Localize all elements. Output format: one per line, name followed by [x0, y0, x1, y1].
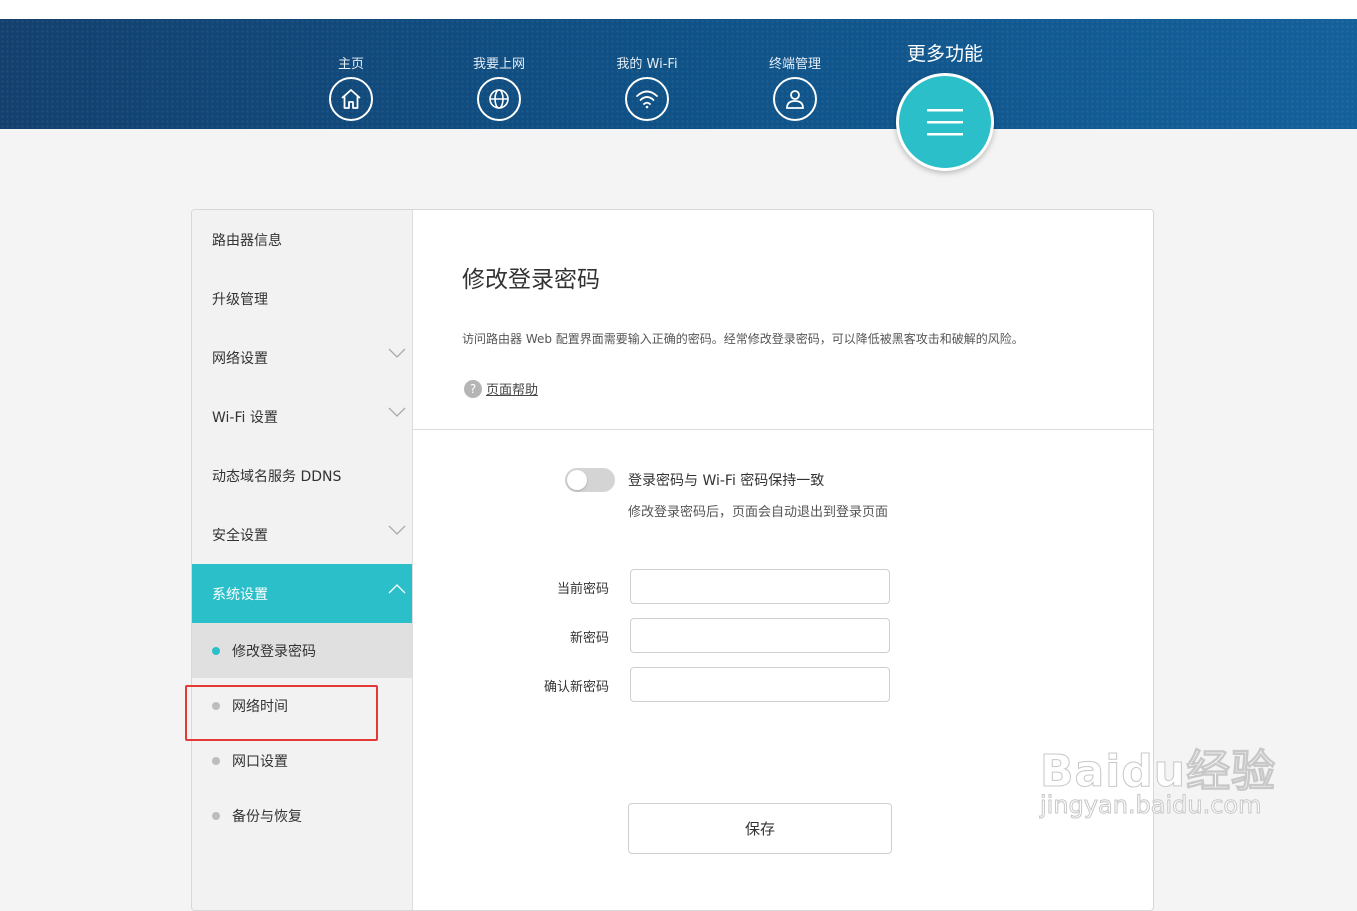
home-icon[interactable]	[329, 77, 373, 121]
confirm-password-label: 确认新密码	[543, 680, 609, 695]
watermark-url: jingyan.baidu.com	[1039, 791, 1262, 820]
nav-wifi-label: 我的 Wi-Fi	[616, 57, 678, 72]
sidebar-subitem-label: 网口设置	[232, 753, 288, 770]
toggle-knob	[567, 470, 587, 490]
chevron-down-icon	[388, 407, 406, 417]
help-icon: ?	[464, 379, 482, 398]
sidebar: 路由器信息 升级管理 网络设置 Wi-Fi 设置 动态域名服务 DDNS 安全设…	[192, 210, 413, 910]
bullet-icon	[212, 757, 220, 765]
more-functions-button[interactable]	[896, 73, 994, 171]
divider	[413, 429, 1153, 430]
sidebar-item-system[interactable]: 系统设置	[192, 564, 412, 623]
chevron-down-icon	[388, 525, 406, 535]
top-strip	[0, 0, 1357, 19]
wifi-icon[interactable]	[625, 77, 669, 121]
nav-home-label: 主页	[337, 57, 364, 72]
current-password-field[interactable]	[630, 569, 890, 604]
nav-internet-label: 我要上网	[472, 57, 525, 72]
baidu-watermark: Baidu经验 jingyan.baidu.com	[1039, 705, 1340, 835]
new-password-field[interactable]	[630, 618, 890, 653]
watermark-logo: Baidu经验	[1039, 746, 1277, 798]
nav-more-label: 更多功能	[906, 43, 983, 65]
chevron-down-icon	[388, 348, 406, 358]
page-description: 访问路由器 Web 配置界面需要输入正确的密码。经常修改登录密码，可以降低被黑客…	[462, 332, 1024, 346]
sidebar-subitem-label: 修改登录密码	[232, 643, 316, 660]
sidebar-item-label: 升级管理	[212, 291, 268, 308]
sidebar-subitem-label: 备份与恢复	[232, 808, 302, 825]
sidebar-item-wifi[interactable]: Wi-Fi 设置	[192, 387, 412, 446]
highlight-box	[185, 685, 378, 741]
menu-icon	[927, 109, 963, 136]
sidebar-item-label: Wi-Fi 设置	[212, 409, 278, 426]
sidebar-item-label: 安全设置	[212, 527, 268, 544]
page-help[interactable]: ? 页面帮助	[464, 379, 538, 398]
globe-icon[interactable]	[477, 77, 521, 121]
current-password-label: 当前密码	[556, 582, 609, 597]
top-nav-bar: 主页 我要上网 我的 Wi-Fi 终端管理 更多功能	[0, 19, 1357, 129]
sidebar-item-label: 网络设置	[212, 350, 268, 367]
bullet-icon	[212, 647, 220, 655]
toggle-hint: 修改登录密码后，页面会自动退出到登录页面	[628, 505, 889, 520]
sidebar-subitem-change-password[interactable]: 修改登录密码	[192, 623, 412, 678]
confirm-password-field[interactable]	[630, 667, 890, 702]
new-password-label: 新密码	[569, 631, 609, 646]
help-link[interactable]: 页面帮助	[486, 379, 538, 398]
sidebar-item-router-info[interactable]: 路由器信息	[192, 210, 412, 269]
sidebar-subitem-backup-restore[interactable]: 备份与恢复	[192, 788, 412, 843]
toggle-label: 登录密码与 Wi-Fi 密码保持一致	[628, 473, 825, 489]
sidebar-item-label: 路由器信息	[212, 232, 282, 249]
save-button[interactable]: 保存	[628, 803, 892, 854]
sidebar-item-network[interactable]: 网络设置	[192, 328, 412, 387]
page-title: 修改登录密码	[462, 267, 600, 293]
bullet-icon	[212, 812, 220, 820]
sync-password-toggle[interactable]	[565, 468, 615, 492]
sidebar-item-ddns[interactable]: 动态域名服务 DDNS	[192, 446, 412, 505]
sidebar-item-upgrade[interactable]: 升级管理	[192, 269, 412, 328]
sidebar-item-label: 系统设置	[212, 586, 268, 603]
user-icon[interactable]	[773, 77, 817, 121]
sidebar-subitem-port-settings[interactable]: 网口设置	[192, 733, 412, 788]
chevron-up-icon	[388, 584, 406, 594]
nav-devices-label: 终端管理	[768, 57, 821, 72]
sidebar-item-label: 动态域名服务 DDNS	[212, 468, 342, 485]
settings-card: 路由器信息 升级管理 网络设置 Wi-Fi 设置 动态域名服务 DDNS 安全设…	[191, 209, 1154, 911]
sidebar-item-security[interactable]: 安全设置	[192, 505, 412, 564]
